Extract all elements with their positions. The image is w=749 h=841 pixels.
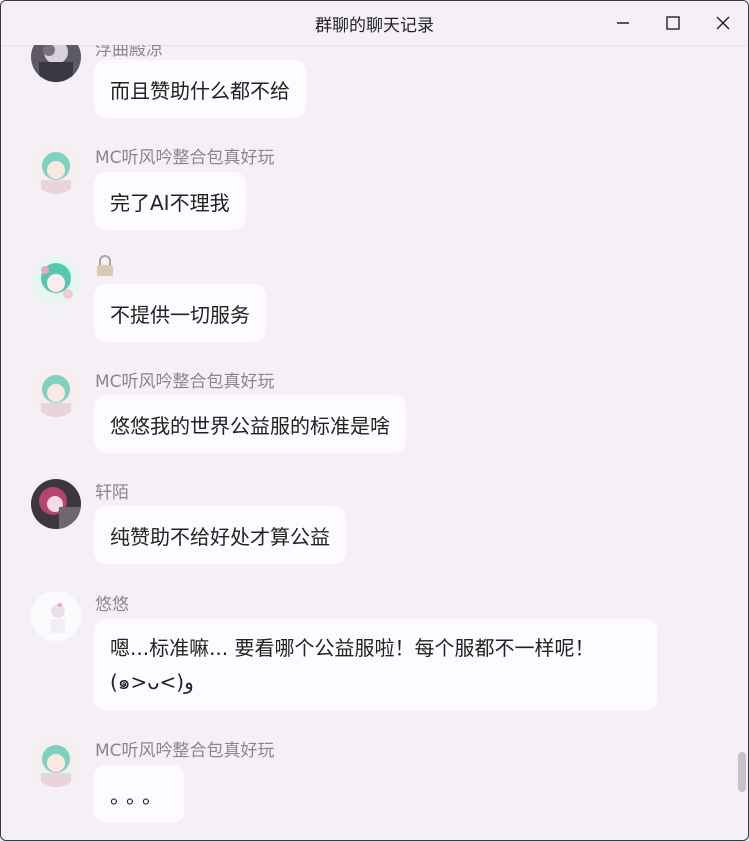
window-controls bbox=[598, 1, 748, 45]
minimize-button[interactable] bbox=[598, 1, 648, 45]
message-bubble[interactable]: 不提供一切服务 bbox=[94, 284, 266, 342]
chat-history-window: 群聊的聊天记录 浮曲殿凉 而且赞助什么都不给 MC听风吟整合包真好玩 完了AI不… bbox=[0, 0, 749, 841]
message-bubble[interactable]: 。。。 bbox=[94, 765, 184, 823]
close-button[interactable] bbox=[698, 1, 748, 45]
avatar[interactable] bbox=[31, 144, 81, 194]
sender-name: 轩陌 bbox=[95, 483, 129, 503]
sender-name: MC听风吟整合包真好玩 bbox=[95, 148, 275, 168]
avatar[interactable] bbox=[31, 45, 81, 82]
message-list[interactable]: 浮曲殿凉 而且赞助什么都不给 MC听风吟整合包真好玩 完了AI不理我 不提供一切… bbox=[1, 45, 736, 840]
sender-name: 悠悠 bbox=[95, 595, 129, 615]
message-bubble[interactable]: 嗯...标准嘛... 要看哪个公益服啦！每个服都不一样呢！ (๑>ᴗ<)و bbox=[94, 619, 657, 711]
avatar[interactable] bbox=[31, 591, 81, 641]
message-bubble[interactable]: 完了AI不理我 bbox=[94, 172, 246, 230]
title-bar: 群聊的聊天记录 bbox=[1, 1, 748, 46]
message-text-line: 嗯...标准嘛... 要看哪个公益服啦！每个服都不一样呢！ bbox=[110, 636, 595, 660]
message-bubble[interactable]: 纯赞助不给好处才算公益 bbox=[94, 506, 346, 564]
sender-name: 浮曲殿凉 bbox=[95, 45, 163, 60]
window-title: 群聊的聊天记录 bbox=[315, 15, 434, 36]
maximize-button[interactable] bbox=[648, 1, 698, 45]
sender-name: MC听风吟整合包真好玩 bbox=[95, 741, 275, 761]
avatar[interactable] bbox=[31, 367, 81, 417]
sender-name: MC听风吟整合包真好玩 bbox=[95, 372, 275, 392]
avatar[interactable] bbox=[31, 479, 81, 529]
maximize-icon bbox=[666, 16, 680, 30]
lock-icon bbox=[95, 255, 115, 282]
message-bubble[interactable]: 悠悠我的世界公益服的标准是啥 bbox=[94, 395, 406, 453]
minimize-icon bbox=[617, 22, 629, 24]
scrollbar-thumb[interactable] bbox=[738, 752, 746, 792]
avatar[interactable] bbox=[31, 256, 81, 306]
message-bubble[interactable]: 而且赞助什么都不给 bbox=[94, 60, 306, 118]
avatar[interactable] bbox=[31, 737, 81, 787]
close-icon bbox=[716, 16, 730, 30]
message-text-line: (๑>ᴗ<)و bbox=[110, 670, 194, 694]
sender-name bbox=[95, 255, 115, 282]
